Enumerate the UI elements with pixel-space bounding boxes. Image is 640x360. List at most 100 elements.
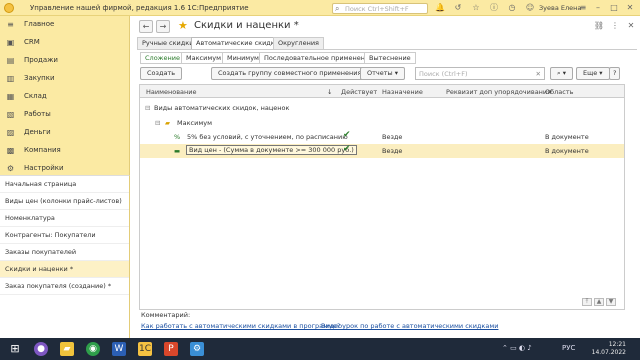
sales-icon: ▤ — [6, 56, 15, 65]
user-icon[interactable]: ☺ — [524, 2, 536, 14]
sidebar-item-warehouse[interactable]: ▦ Склад — [0, 88, 129, 105]
sort-arrow-icon[interactable]: ↓ — [327, 88, 332, 96]
favorites-icon[interactable]: ☆ — [470, 2, 482, 14]
tray-icons[interactable]: ⌃ ▭ ◐ ♪ — [502, 344, 532, 352]
windows-start-icon[interactable]: ⊞ — [8, 342, 22, 356]
table-row[interactable]: ⊟ Виды автоматических скидок, наценок — [140, 101, 624, 115]
clock-date: 14.07.2022 — [591, 349, 626, 356]
grid-search-placeholder: Поиск (Ctrl+F) — [419, 70, 468, 78]
subtab-displacement[interactable]: Вытеснение — [364, 52, 416, 64]
sidebar-item-crm[interactable]: ▣ CRM — [0, 34, 129, 51]
language-indicator[interactable]: РУС — [562, 344, 575, 352]
sidebar-item-label: Деньги — [24, 128, 51, 136]
scroll-up-icon[interactable]: ▲ — [594, 298, 604, 306]
open-window-nomenclature[interactable]: Номенклатура — [0, 210, 129, 227]
column-extra-order[interactable]: Реквизит доп упорядочивания — [446, 88, 551, 96]
sidebar-item-company[interactable]: ▩ Компания — [0, 142, 129, 159]
global-search-input[interactable]: ⌕ Поиск Ctrl+Shift+F — [332, 3, 428, 14]
history-icon[interactable]: ↺ — [452, 2, 464, 14]
money-icon: ▨ — [6, 128, 15, 137]
help-link-video[interactable]: Видеоурок по работе с автоматическими ск… — [321, 322, 498, 330]
open-window-label: Заказы покупателей — [5, 248, 77, 256]
info-icon[interactable]: ⓘ — [488, 2, 500, 14]
subtab-addition[interactable]: Сложение — [140, 52, 185, 64]
comment-label: Комментарий: — [141, 311, 191, 319]
crm-icon: ▣ — [6, 38, 15, 47]
back-button[interactable]: ← — [139, 20, 153, 33]
clear-search-icon[interactable]: ✕ — [536, 70, 541, 78]
sidebar-item-label: Главное — [24, 20, 55, 28]
clock[interactable]: 12:21 14.07.2022 — [592, 341, 626, 357]
help-link-how-to[interactable]: Как работать с автоматическими скидками … — [141, 322, 340, 330]
subtab-minimum[interactable]: Минимум — [222, 52, 264, 64]
table-row[interactable]: ⊟ ▰ Максимум — [140, 116, 624, 130]
taskbar: ⊞ ● ▰ ◉ W 1C P ⚙ ⌃ ▭ ◐ ♪ РУС 12:21 14.07… — [0, 338, 640, 360]
sidebar-item-main[interactable]: ≡ Главное — [0, 16, 129, 33]
minimize-icon[interactable]: – — [592, 2, 604, 14]
history-list-icon[interactable]: ◷ — [506, 2, 518, 14]
works-icon: ▧ — [6, 110, 15, 119]
table-row-selected[interactable]: ▬ Вид цен - (Сумма в документе >= 300 00… — [140, 144, 624, 158]
row-name[interactable]: Вид цен - (Сумма в документе >= 300 000 … — [186, 145, 357, 155]
open-window-new-order[interactable]: Заказ покупателя (создание) * — [0, 278, 129, 295]
open-window-label: Заказ покупателя (создание) * — [5, 282, 112, 290]
tab-roundings[interactable]: Округления — [273, 37, 324, 49]
purchases-icon: ▥ — [6, 74, 15, 83]
table-row[interactable]: % 5% без условий, с уточнением, по распи… — [140, 130, 624, 144]
chrome-icon[interactable]: ◉ — [86, 342, 100, 356]
search-icon: ⌕ — [335, 4, 340, 13]
reports-button[interactable]: Отчеты ▾ — [360, 67, 406, 80]
open-window-label: Виды цен (колонки прайс-листов) — [5, 197, 122, 205]
row-name: Максимум — [177, 119, 212, 127]
price-type-icon: ▬ — [174, 147, 181, 155]
collapse-icon[interactable]: ⊟ — [145, 104, 150, 112]
file-explorer-icon[interactable]: ▰ — [60, 342, 74, 356]
column-active[interactable]: Действует — [341, 88, 377, 96]
more-button-label: Еще — [583, 69, 598, 77]
maximize-icon[interactable]: □ — [608, 2, 620, 14]
link-icon[interactable]: ⛓ — [593, 20, 605, 32]
search-options-button[interactable]: ⌕ ▾ — [550, 67, 573, 80]
forward-button[interactable]: → — [156, 20, 170, 33]
open-window-start-page[interactable]: Начальная страница — [0, 176, 129, 193]
folder-icon: ▰ — [165, 119, 170, 127]
more-icon[interactable]: ⋮ — [609, 20, 621, 32]
column-area[interactable]: Область — [545, 88, 573, 96]
settings-app-icon[interactable]: ⚙ — [190, 342, 204, 356]
scroll-top-icon[interactable]: ⤒ — [582, 298, 592, 306]
user-name[interactable]: Зуева Елена — [539, 4, 581, 12]
open-window-customers[interactable]: Контрагенты: Покупатели — [0, 227, 129, 244]
notifications-icon[interactable]: 🔔 — [434, 2, 446, 14]
open-window-label: Контрагенты: Покупатели — [5, 231, 96, 239]
word-icon[interactable]: W — [112, 342, 126, 356]
app-circle-icon[interactable]: ● — [34, 342, 48, 356]
onec-app-icon[interactable]: 1C — [138, 342, 152, 356]
open-window-label: Номенклатура — [5, 214, 55, 222]
sidebar-item-money[interactable]: ▨ Деньги — [0, 124, 129, 141]
open-window-customer-orders[interactable]: Заказы покупателей — [0, 244, 129, 261]
scroll-down-icon[interactable]: ▼ — [606, 298, 616, 306]
sidebar-item-sales[interactable]: ▤ Продажи — [0, 52, 129, 69]
tab-automatic-discounts[interactable]: Автоматические скидки — [191, 37, 284, 49]
open-window-discounts[interactable]: Скидки и наценки * — [0, 261, 129, 278]
open-window-price-types[interactable]: Виды цен (колонки прайс-листов) — [0, 193, 129, 210]
menu-icon[interactable]: ≡ — [577, 2, 589, 14]
help-button[interactable]: ? — [609, 67, 621, 80]
subtab-maximum[interactable]: Максимум — [181, 52, 226, 64]
column-purpose[interactable]: Назначение — [382, 88, 423, 96]
sidebar-item-works[interactable]: ▧ Работы — [0, 106, 129, 123]
grid-search-input[interactable]: Поиск (Ctrl+F) ✕ — [415, 67, 545, 80]
close-icon[interactable]: ✕ — [624, 2, 636, 14]
sidebar-item-purchases[interactable]: ▥ Закупки — [0, 70, 129, 87]
create-group-button[interactable]: Создать группу совместного применения — [211, 67, 369, 80]
tab-manual-discounts[interactable]: Ручные скидки — [137, 37, 199, 49]
subtab-sequential[interactable]: Последовательное применение — [259, 52, 379, 64]
close-form-icon[interactable]: ✕ — [625, 20, 637, 32]
more-button[interactable]: Еще ▾ — [576, 67, 610, 80]
create-button[interactable]: Создать — [140, 67, 183, 80]
column-name[interactable]: Наименование — [146, 88, 197, 96]
favorite-star-icon[interactable]: ★ — [178, 19, 188, 32]
collapse-icon[interactable]: ⊟ — [155, 119, 160, 127]
search-placeholder: Поиск Ctrl+Shift+F — [345, 5, 409, 13]
powerpoint-icon[interactable]: P — [164, 342, 178, 356]
